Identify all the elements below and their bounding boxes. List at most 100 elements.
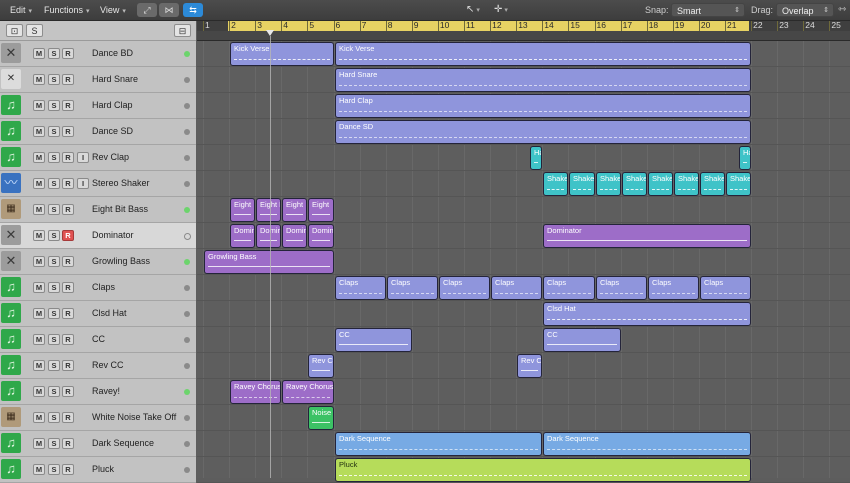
zoom-icon[interactable]: ⇿ <box>838 3 846 17</box>
mute-button[interactable]: M <box>33 74 45 85</box>
command-click-tool-menu[interactable]: ✛ ▾ <box>494 3 508 17</box>
synth-keyboard-icon[interactable]: ▦ <box>1 407 21 427</box>
solo-button[interactable]: S <box>48 178 60 189</box>
track-lane[interactable] <box>197 327 850 353</box>
track-name[interactable]: Rev CC <box>92 360 124 370</box>
region-ha[interactable]: Ha <box>530 146 542 170</box>
region-claps[interactable]: Claps <box>648 276 699 300</box>
region-domin[interactable]: Domin <box>308 224 334 248</box>
region-hard-clap[interactable]: Hard Clap <box>335 94 751 118</box>
solo-button[interactable]: S <box>48 230 60 241</box>
region-dance-sd[interactable]: Dance SD <box>335 120 751 144</box>
region-shaker[interactable]: Shaker <box>674 172 699 196</box>
region-ravey-chorus[interactable]: Ravey Chorus <box>282 380 334 404</box>
region-eight[interactable]: Eight <box>282 198 307 222</box>
cycle-region[interactable] <box>228 21 749 31</box>
region-claps[interactable]: Claps <box>335 276 386 300</box>
record-enable-button[interactable]: R <box>62 100 74 111</box>
track-header-row[interactable]: ♫ M S R Dance SD <box>0 119 196 145</box>
record-enable-button[interactable]: R <box>62 230 74 241</box>
solo-button[interactable]: S <box>48 334 60 345</box>
region-growling-bass[interactable]: Growling Bass <box>204 250 334 274</box>
track-header-row[interactable]: ✕ M S R Growling Bass <box>0 249 196 275</box>
mute-button[interactable]: M <box>33 334 45 345</box>
record-enable-button[interactable]: R <box>62 152 74 163</box>
track-header-row[interactable]: ♫ M S R Rev CC <box>0 353 196 379</box>
track-name[interactable]: Dominator <box>92 230 134 240</box>
track-name[interactable]: Pluck <box>92 464 114 474</box>
region-ravey-chorus[interactable]: Ravey Chorus <box>230 380 281 404</box>
record-enable-button[interactable]: R <box>62 412 74 423</box>
track-header-row[interactable]: ♫ M S R Clsd Hat <box>0 301 196 327</box>
track-name[interactable]: Rev Clap <box>92 152 129 162</box>
global-solo-button[interactable]: S <box>26 24 43 37</box>
track-name[interactable]: Clsd Hat <box>92 308 127 318</box>
synth-keyboard-icon[interactable]: ▦ <box>1 199 21 219</box>
track-header-row[interactable]: ▦ M S R White Noise Take Off <box>0 405 196 431</box>
solo-button[interactable]: S <box>48 438 60 449</box>
mute-button[interactable]: M <box>33 282 45 293</box>
music-note-icon[interactable]: ♫ <box>1 433 21 453</box>
region-domin[interactable]: Domin <box>256 224 281 248</box>
mute-button[interactable]: M <box>33 48 45 59</box>
track-header-row[interactable]: ▦ M S R Eight Bit Bass <box>0 197 196 223</box>
drum-machine-icon[interactable]: ✕ <box>1 251 21 271</box>
track-header-row[interactable]: ♫ M S R Dark Sequence <box>0 431 196 457</box>
track-name[interactable]: Dance BD <box>92 48 133 58</box>
region-clsd-hat[interactable]: Clsd Hat <box>543 302 751 326</box>
left-click-tool-menu[interactable]: ↖ ▾ <box>466 3 480 17</box>
solo-button[interactable]: S <box>48 100 60 111</box>
region-claps[interactable]: Claps <box>700 276 751 300</box>
music-note-icon[interactable]: ♫ <box>1 329 21 349</box>
region-shaker[interactable]: Shaker <box>569 172 595 196</box>
mute-button[interactable]: M <box>33 360 45 371</box>
track-header-row[interactable]: ♫ M S R Claps <box>0 275 196 301</box>
region-claps[interactable]: Claps <box>387 276 438 300</box>
region-shaker[interactable]: Shaker <box>648 172 673 196</box>
mute-button[interactable]: M <box>33 438 45 449</box>
solo-button[interactable]: S <box>48 48 60 59</box>
mute-button[interactable]: M <box>33 204 45 215</box>
region-dominator[interactable]: Dominator <box>543 224 751 248</box>
track-header-row[interactable]: 〰 M S R I Stereo Shaker <box>0 171 196 197</box>
track-name[interactable]: Growling Bass <box>92 256 150 266</box>
mute-button[interactable]: M <box>33 412 45 423</box>
mute-button[interactable]: M <box>33 178 45 189</box>
playhead-line[interactable] <box>270 36 271 478</box>
music-note-icon[interactable]: ♫ <box>1 121 21 141</box>
record-enable-button[interactable]: R <box>62 282 74 293</box>
track-name[interactable]: Dark Sequence <box>92 438 154 448</box>
track-name[interactable]: Hard Clap <box>92 100 133 110</box>
track-header-row[interactable]: ♫ M S R Hard Clap <box>0 93 196 119</box>
track-header-row[interactable]: ✕ M S R Dance BD <box>0 41 196 67</box>
record-enable-button[interactable]: R <box>62 126 74 137</box>
mute-button[interactable]: M <box>33 386 45 397</box>
solo-button[interactable]: S <box>48 152 60 163</box>
region-dark-sequence[interactable]: Dark Sequence <box>543 432 751 456</box>
mute-button[interactable]: M <box>33 256 45 267</box>
record-enable-button[interactable]: R <box>62 334 74 345</box>
record-enable-button[interactable]: R <box>62 74 74 85</box>
record-enable-button[interactable]: R <box>62 464 74 475</box>
music-note-icon[interactable]: ♫ <box>1 381 21 401</box>
record-enable-button[interactable]: R <box>62 360 74 371</box>
mute-button[interactable]: M <box>33 126 45 137</box>
snap-dropdown[interactable]: Smart ⇕ <box>671 3 745 17</box>
record-enable-button[interactable]: R <box>62 204 74 215</box>
track-header-row[interactable]: ♫ M S R CC <box>0 327 196 353</box>
track-name[interactable]: Eight Bit Bass <box>92 204 148 214</box>
region-rev-c[interactable]: Rev C <box>517 354 542 378</box>
track-name[interactable]: White Noise Take Off <box>92 412 176 422</box>
record-enable-button[interactable]: R <box>62 256 74 267</box>
automation-curve-button[interactable]: ⤢ <box>137 3 157 17</box>
region-kick-verse[interactable]: Kick Verse <box>335 42 751 66</box>
solo-button[interactable]: S <box>48 282 60 293</box>
record-enable-button[interactable]: R <box>62 48 74 59</box>
region-shaker[interactable]: Shaker <box>700 172 725 196</box>
region-eight-b[interactable]: Eight B <box>256 198 281 222</box>
solo-button[interactable]: S <box>48 74 60 85</box>
flex-mode-button[interactable]: ⋈ <box>159 3 179 17</box>
mute-button[interactable]: M <box>33 100 45 111</box>
solo-button[interactable]: S <box>48 256 60 267</box>
track-lane[interactable] <box>197 145 850 171</box>
